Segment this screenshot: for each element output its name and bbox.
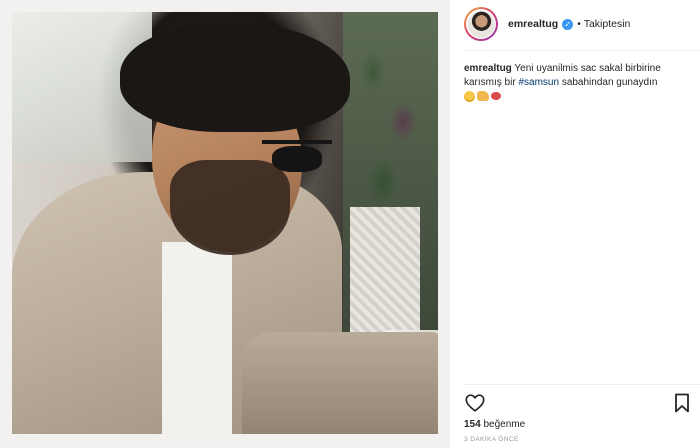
likes-count[interactable]: 154 beğenme — [464, 419, 525, 430]
caption-emojis — [464, 90, 503, 102]
post-actions — [464, 392, 690, 414]
caption-username[interactable]: emrealtug — [464, 63, 512, 74]
likes-number: 154 — [464, 419, 481, 430]
header-username[interactable]: emrealtug — [508, 18, 558, 30]
heart-outline-icon[interactable] — [464, 392, 486, 414]
verified-badge-icon: ✓ — [562, 18, 574, 30]
avatar-frame — [466, 9, 496, 39]
photo-hair — [120, 22, 350, 132]
photo-shirt — [162, 242, 232, 434]
caption-text-part-2: sabahindan gunaydın — [561, 77, 658, 88]
header-divider — [464, 50, 700, 51]
caption-hashtag-link[interactable]: #samsun — [518, 77, 559, 88]
post-photo[interactable] — [12, 12, 438, 434]
avatar-image — [467, 10, 495, 38]
post-photo-frame — [0, 0, 450, 448]
photo-arm — [242, 332, 438, 434]
post-timestamp: 3 DAKİKA ÖNCE — [464, 436, 519, 443]
post-caption: emrealtug Yeni uyanilmis sac sakal birbi… — [464, 62, 686, 90]
bookmark-outline-icon[interactable] — [674, 393, 690, 413]
kiss-mark-icon — [491, 92, 501, 101]
post-side-panel: emrealtug ✓ • Takiptesin emrealtug Yeni … — [450, 0, 700, 448]
post-header: emrealtug ✓ • Takiptesin — [464, 4, 700, 44]
smiling-face-icon — [464, 90, 475, 102]
avatar[interactable] — [464, 7, 498, 41]
actions-divider — [464, 384, 700, 385]
likes-label: beğenme — [483, 419, 526, 430]
follow-status-button[interactable]: Takiptesin — [584, 18, 631, 30]
flexed-arm-icon — [477, 91, 489, 102]
photo-sunglasses — [262, 140, 332, 176]
separator-dot: • — [577, 18, 581, 30]
